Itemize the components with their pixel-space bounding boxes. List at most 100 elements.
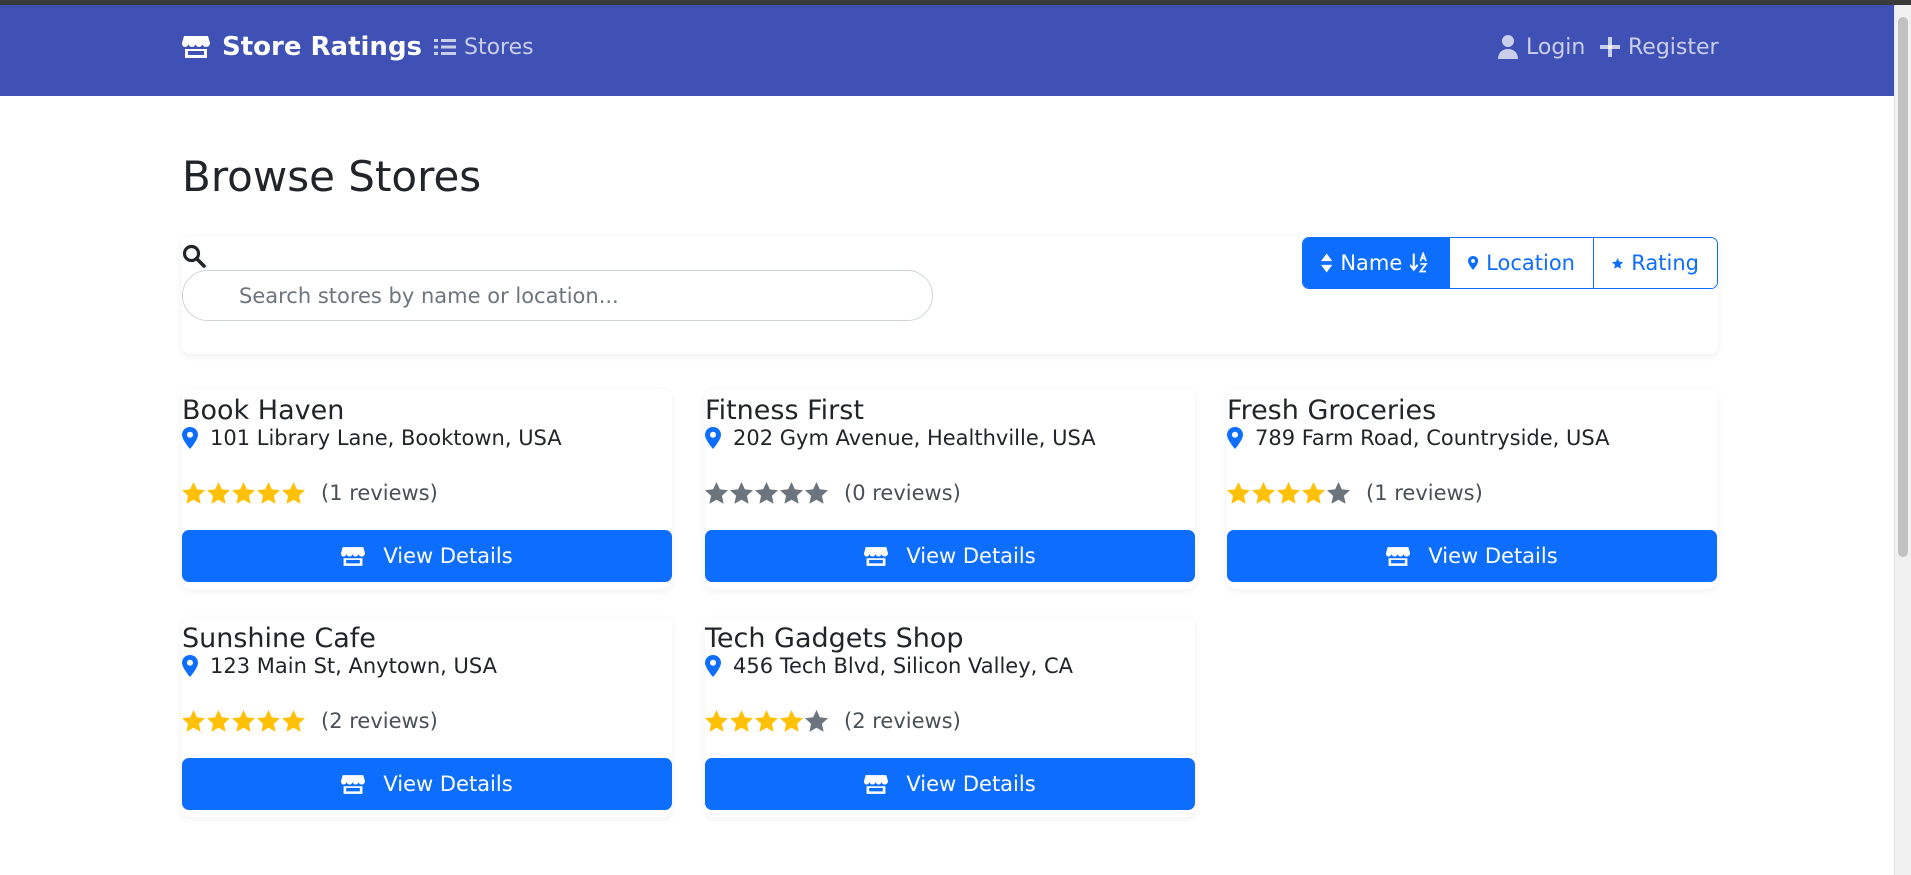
rating-stars — [1227, 482, 1350, 504]
store-address: 456 Tech Blvd, Silicon Valley, CA — [705, 653, 1073, 679]
store-rating: (1 reviews) — [182, 480, 438, 506]
store-rating: (0 reviews) — [705, 480, 961, 506]
store-address: 123 Main St, Anytown, USA — [182, 653, 497, 679]
sort-by-name-button[interactable]: Name — [1303, 238, 1449, 288]
store-rating: (2 reviews) — [705, 708, 961, 734]
sort-name-label: Name — [1340, 251, 1403, 275]
star-empty-icon — [805, 482, 828, 504]
store-icon — [341, 774, 366, 794]
nav-login-label: Login — [1526, 34, 1586, 60]
search-input[interactable] — [182, 270, 933, 321]
page-title: Browse Stores — [182, 152, 482, 201]
rating-stars — [705, 710, 828, 732]
store-address-text: 202 Gym Avenue, Healthville, USA — [733, 426, 1096, 450]
sort-by-location-button[interactable]: Location — [1449, 238, 1593, 288]
store-icon — [864, 774, 889, 794]
review-count: (2 reviews) — [321, 709, 438, 733]
star-icon — [1612, 257, 1624, 269]
star-filled-icon — [207, 710, 230, 732]
star-empty-icon — [730, 482, 753, 504]
store-icon — [1386, 546, 1411, 566]
sort-icon — [1321, 253, 1333, 273]
brand-link[interactable]: Store Ratings — [182, 30, 422, 64]
store-card: Tech Gadgets Shop 456 Tech Blvd, Silicon… — [705, 617, 1195, 817]
rating-stars — [182, 482, 305, 504]
view-details-button[interactable]: View Details — [705, 530, 1195, 582]
star-empty-icon — [755, 482, 778, 504]
review-count: (2 reviews) — [844, 709, 961, 733]
view-details-label: View Details — [1428, 544, 1558, 568]
store-address: 101 Library Lane, Booktown, USA — [182, 425, 562, 451]
store-icon — [864, 546, 889, 566]
view-details-button[interactable]: View Details — [705, 758, 1195, 810]
store-rating: (2 reviews) — [182, 708, 438, 734]
nav-register-link[interactable]: Register — [1600, 30, 1719, 64]
sort-rating-label: Rating — [1631, 251, 1699, 275]
star-filled-icon — [282, 482, 305, 504]
star-filled-icon — [207, 482, 230, 504]
store-address-text: 789 Farm Road, Countryside, USA — [1255, 426, 1610, 450]
store-icon — [182, 36, 210, 58]
sort-alpha-down-icon — [1410, 252, 1428, 273]
rating-stars — [705, 482, 828, 504]
store-icon — [341, 546, 366, 566]
review-count: (0 reviews) — [844, 481, 961, 505]
star-filled-icon — [755, 710, 778, 732]
store-card: Fitness First 202 Gym Avenue, Healthvill… — [705, 389, 1195, 589]
view-details-button[interactable]: View Details — [182, 530, 672, 582]
store-name: Book Haven — [182, 395, 345, 426]
view-details-button[interactable]: View Details — [182, 758, 672, 810]
map-pin-icon — [705, 655, 721, 677]
map-pin-icon — [1227, 427, 1243, 449]
star-filled-icon — [182, 710, 205, 732]
nav-stores-link[interactable]: Stores — [434, 30, 534, 64]
store-address: 202 Gym Avenue, Healthville, USA — [705, 425, 1096, 451]
map-pin-icon — [705, 427, 721, 449]
store-address-text: 101 Library Lane, Booktown, USA — [210, 426, 562, 450]
view-details-label: View Details — [383, 544, 513, 568]
star-filled-icon — [1252, 482, 1275, 504]
map-pin-icon — [1468, 256, 1479, 270]
star-filled-icon — [282, 710, 305, 732]
sort-location-label: Location — [1486, 251, 1575, 275]
store-name: Fresh Groceries — [1227, 395, 1437, 426]
store-card: Fresh Groceries 789 Farm Road, Countrysi… — [1227, 389, 1717, 589]
review-count: (1 reviews) — [1366, 481, 1483, 505]
view-details-label: View Details — [906, 544, 1036, 568]
star-filled-icon — [232, 482, 255, 504]
rating-stars — [182, 710, 305, 732]
star-filled-icon — [257, 482, 280, 504]
star-filled-icon — [182, 482, 205, 504]
list-icon — [434, 39, 456, 55]
store-address: 789 Farm Road, Countryside, USA — [1227, 425, 1609, 451]
store-name: Fitness First — [705, 395, 864, 426]
store-card: Book Haven 101 Library Lane, Booktown, U… — [182, 389, 672, 589]
star-filled-icon — [232, 710, 255, 732]
view-details-button[interactable]: View Details — [1227, 530, 1717, 582]
star-filled-icon — [1227, 482, 1250, 504]
review-count: (1 reviews) — [321, 481, 438, 505]
scrollbar-thumb[interactable] — [1898, 17, 1908, 557]
star-empty-icon — [1327, 482, 1350, 504]
star-empty-icon — [805, 710, 828, 732]
user-icon — [1498, 35, 1518, 59]
store-address-text: 123 Main St, Anytown, USA — [210, 654, 497, 678]
nav-register-label: Register — [1628, 34, 1719, 60]
store-rating: (1 reviews) — [1227, 480, 1483, 506]
brand-text: Store Ratings — [222, 32, 423, 62]
plus-icon — [1600, 37, 1620, 57]
star-filled-icon — [705, 710, 728, 732]
star-filled-icon — [1277, 482, 1300, 504]
star-empty-icon — [780, 482, 803, 504]
nav-login-link[interactable]: Login — [1498, 30, 1585, 64]
store-name: Sunshine Cafe — [182, 623, 376, 654]
star-empty-icon — [705, 482, 728, 504]
sort-by-rating-button[interactable]: Rating — [1593, 238, 1717, 288]
map-pin-icon — [182, 655, 198, 677]
map-pin-icon — [182, 427, 198, 449]
nav-stores-label: Stores — [464, 34, 534, 60]
view-details-label: View Details — [906, 772, 1036, 796]
star-filled-icon — [780, 710, 803, 732]
page-scrollbar[interactable] — [1894, 5, 1911, 875]
star-filled-icon — [730, 710, 753, 732]
